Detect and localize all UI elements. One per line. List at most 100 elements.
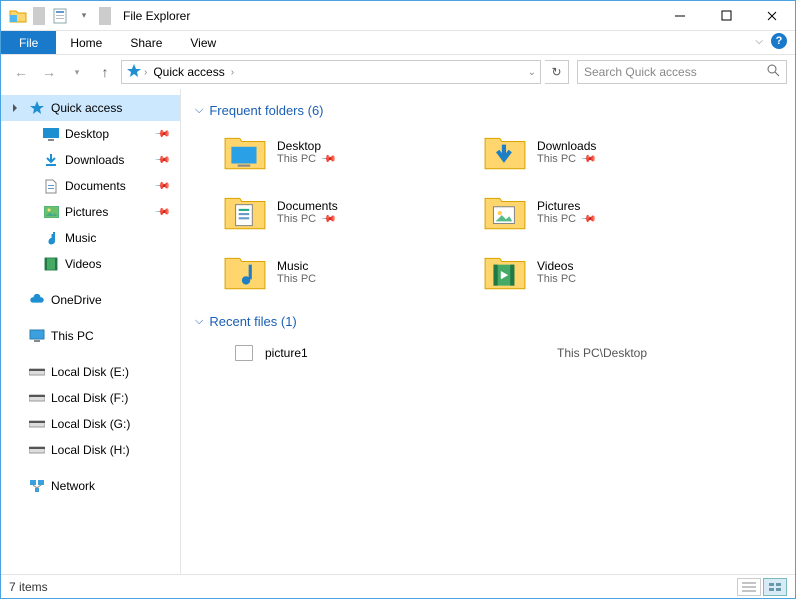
folder-tile-videos[interactable]: VideosThis PC xyxy=(483,248,733,296)
tree-label: Local Disk (H:) xyxy=(51,443,130,457)
recent-file-path: This PC\Desktop xyxy=(557,346,647,360)
tree-item-downloads[interactable]: Downloads📌 xyxy=(1,147,180,173)
search-input[interactable] xyxy=(584,65,767,79)
separator xyxy=(33,7,45,25)
content-pane[interactable]: ⌵ Frequent folders (6) DesktopThis PC📌 Do… xyxy=(181,89,795,574)
tree-onedrive[interactable]: OneDrive xyxy=(1,287,180,313)
recent-files-header[interactable]: ⌵ Recent files (1) xyxy=(195,314,781,329)
explorer-icon xyxy=(7,5,29,27)
large-icons-view-button[interactable] xyxy=(763,578,787,596)
ribbon-collapse-icon[interactable]: ⌵ xyxy=(755,36,763,47)
recent-files-list: picture1 This PC\Desktop xyxy=(195,339,781,367)
recent-file-name: picture1 xyxy=(265,346,545,360)
recent-locations-button[interactable]: ▾ xyxy=(65,60,89,84)
minimize-button[interactable] xyxy=(657,1,703,31)
chevron-right-icon[interactable]: › xyxy=(144,67,147,78)
this-pc-icon xyxy=(29,328,45,344)
tree-quick-access[interactable]: Quick access xyxy=(1,95,180,121)
disk-icon xyxy=(29,390,45,406)
tree-label: Local Disk (F:) xyxy=(51,391,128,405)
section-title: Frequent folders (6) xyxy=(209,103,323,118)
folder-location: This PC xyxy=(277,273,316,285)
tree-item-desktop[interactable]: Desktop 📌 xyxy=(1,121,180,147)
tree-item-videos[interactable]: Videos xyxy=(1,251,180,277)
folder-tile-documents[interactable]: DocumentsThis PC📌 xyxy=(223,188,473,236)
pin-icon: 📌 xyxy=(153,126,170,143)
pin-icon: 📌 xyxy=(153,152,170,169)
document-icon xyxy=(43,178,59,194)
tree-item-disk[interactable]: Local Disk (F:) xyxy=(1,385,180,411)
frequent-folders-grid: DesktopThis PC📌 DownloadsThis PC📌 Document… xyxy=(223,128,781,296)
status-bar: 7 items xyxy=(1,574,795,598)
chevron-down-icon[interactable]: ⌵ xyxy=(195,315,203,328)
address-history-icon[interactable]: ⌄ xyxy=(528,67,536,78)
search-box[interactable] xyxy=(577,60,787,84)
window-title: File Explorer xyxy=(123,9,657,23)
download-folder-icon xyxy=(483,132,527,172)
desktop-icon xyxy=(43,126,59,142)
back-button[interactable]: ← xyxy=(9,60,33,84)
pin-icon: 📌 xyxy=(320,211,337,228)
address-bar[interactable]: › Quick access › ⌄ xyxy=(121,60,541,84)
folder-location: This PC📌 xyxy=(537,153,596,165)
music-icon xyxy=(43,230,59,246)
folder-meta: PicturesThis PC📌 xyxy=(537,199,595,225)
tree-item-disk[interactable]: Local Disk (E:) xyxy=(1,359,180,385)
tree-network[interactable]: Network xyxy=(1,473,180,499)
network-icon xyxy=(29,478,45,494)
picture-folder-icon xyxy=(483,192,527,232)
forward-button[interactable]: → xyxy=(37,60,61,84)
maximize-button[interactable] xyxy=(703,1,749,31)
folder-tile-music[interactable]: MusicThis PC xyxy=(223,248,473,296)
folder-name: Videos xyxy=(537,259,576,273)
breadcrumb-item[interactable]: Quick access xyxy=(149,65,228,79)
folder-tile-pictures[interactable]: PicturesThis PC📌 xyxy=(483,188,733,236)
view-mode-switch xyxy=(737,578,787,596)
folder-meta: MusicThis PC xyxy=(277,259,316,285)
chevron-down-icon[interactable]: ⌵ xyxy=(195,104,203,117)
file-tab[interactable]: File xyxy=(1,31,56,54)
search-icon[interactable] xyxy=(767,64,780,80)
tree-this-pc[interactable]: This PC xyxy=(1,323,180,349)
navigation-pane[interactable]: Quick access Desktop📌Downloads📌Documents… xyxy=(1,89,181,574)
folder-location: This PC📌 xyxy=(537,213,595,225)
title-bar: ▾ File Explorer xyxy=(1,1,795,31)
tree-item-pictures[interactable]: Pictures📌 xyxy=(1,199,180,225)
chevron-right-icon[interactable]: › xyxy=(231,67,234,78)
folder-tile-downloads[interactable]: DownloadsThis PC📌 xyxy=(483,128,733,176)
disk-icon xyxy=(29,416,45,432)
properties-icon[interactable] xyxy=(49,5,71,27)
frequent-folders-header[interactable]: ⌵ Frequent folders (6) xyxy=(195,103,781,118)
recent-file-row[interactable]: picture1 This PC\Desktop xyxy=(235,339,781,367)
folder-name: Pictures xyxy=(537,199,595,213)
pin-icon: 📌 xyxy=(153,204,170,221)
home-tab[interactable]: Home xyxy=(56,31,116,54)
window-controls xyxy=(657,1,795,31)
pin-icon: 📌 xyxy=(320,151,337,168)
share-tab[interactable]: Share xyxy=(116,31,176,54)
tree-label: Music xyxy=(65,231,96,245)
desktop-folder-icon xyxy=(223,132,267,172)
tree-item-disk[interactable]: Local Disk (H:) xyxy=(1,437,180,463)
folder-tile-desktop[interactable]: DesktopThis PC📌 xyxy=(223,128,473,176)
video-folder-icon xyxy=(483,252,527,292)
quick-access-icon xyxy=(29,100,45,116)
tree-item-disk[interactable]: Local Disk (G:) xyxy=(1,411,180,437)
music-folder-icon xyxy=(223,252,267,292)
pin-icon: 📌 xyxy=(580,211,597,228)
ribbon: File Home Share View ⌵ ? xyxy=(1,31,795,55)
tree-label: Desktop xyxy=(65,127,109,141)
details-view-button[interactable] xyxy=(737,578,761,596)
folder-meta: DownloadsThis PC📌 xyxy=(537,139,596,165)
close-button[interactable] xyxy=(749,1,795,31)
help-icon[interactable]: ? xyxy=(771,33,787,49)
refresh-button[interactable]: ↻ xyxy=(545,60,569,84)
folder-location: This PC📌 xyxy=(277,213,338,225)
tree-item-documents[interactable]: Documents📌 xyxy=(1,173,180,199)
tree-item-music[interactable]: Music xyxy=(1,225,180,251)
folder-name: Documents xyxy=(277,199,338,213)
view-tab[interactable]: View xyxy=(176,31,230,54)
body: Quick access Desktop📌Downloads📌Documents… xyxy=(1,89,795,574)
qat-dropdown-icon[interactable]: ▾ xyxy=(73,5,95,27)
up-button[interactable]: ↑ xyxy=(93,60,117,84)
